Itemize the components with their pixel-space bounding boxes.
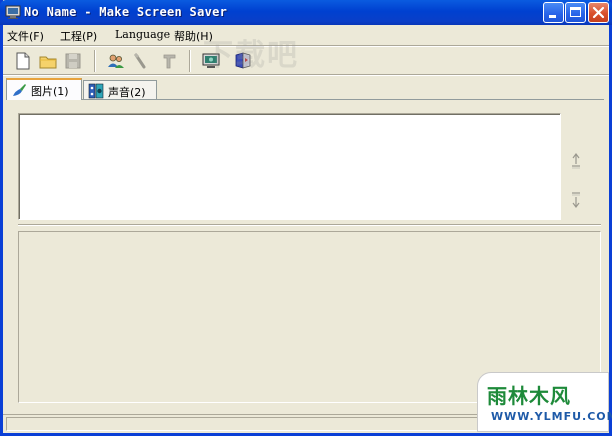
tab-sounds-label: 声音(2) [108,86,146,99]
brush-icon [11,82,27,98]
tools-icon [163,54,176,69]
badge-title: 雨林木风 [487,384,571,408]
save-icon [65,53,81,69]
build-icon [235,52,251,69]
menu-help[interactable]: 帮助(H) [174,28,213,44]
close-icon [592,6,605,19]
users-button[interactable] [106,51,126,71]
arrow-up-icon [572,153,580,169]
tools-button[interactable] [160,51,180,71]
badge-url: WWW.YLMFU.COM [491,410,612,423]
toolbar-separator [189,50,191,72]
maximize-button[interactable] [565,2,586,23]
watermark-badge: 雨林木风 WWW.YLMFU.COM [477,372,612,432]
arrow-down-icon [572,192,580,208]
open-folder-button[interactable] [38,51,58,71]
splitter[interactable] [18,224,601,226]
image-list[interactable] [18,113,561,220]
open-folder-icon [39,56,57,69]
tab-sounds[interactable]: 声音(2) [83,80,157,100]
toolbar-separator [94,50,96,72]
save-button[interactable] [63,51,83,71]
move-up-button[interactable] [569,152,583,170]
toolbar-bottom-line [3,74,609,76]
menu-file[interactable]: 文件(F) [7,28,44,44]
close-button[interactable] [588,2,609,23]
wand-button[interactable] [130,51,150,71]
tab-images-label: 图片(1) [31,85,69,98]
minimize-button[interactable] [543,2,564,23]
toolbar [3,47,609,75]
users-icon [108,54,124,68]
app-icon[interactable] [5,4,21,20]
new-file-button[interactable] [13,51,33,71]
menu-bar: 文件(F) 工程(P) Language 帮助(H) [3,25,609,45]
minimize-icon [549,15,556,18]
tab-images[interactable]: 图片(1) [6,78,82,100]
move-down-button[interactable] [569,191,583,209]
menu-language[interactable]: Language [115,28,170,41]
tab-strip: 图片(1) 声音(2) [3,78,609,100]
monitor-icon [202,53,220,68]
sound-icon [88,83,104,99]
window-title: No Name - Make Screen Saver [24,5,228,19]
build-button[interactable] [233,51,253,71]
main-window: No Name - Make Screen Saver 下载吧 文件(F) 工程… [0,0,612,436]
title-bar[interactable]: No Name - Make Screen Saver [0,0,612,25]
monitor-button[interactable] [201,51,221,71]
maximize-icon [570,7,581,17]
new-file-icon [16,52,30,70]
wand-icon [133,52,146,69]
menu-project[interactable]: 工程(P) [60,28,97,44]
tab-panel-border [6,99,604,100]
